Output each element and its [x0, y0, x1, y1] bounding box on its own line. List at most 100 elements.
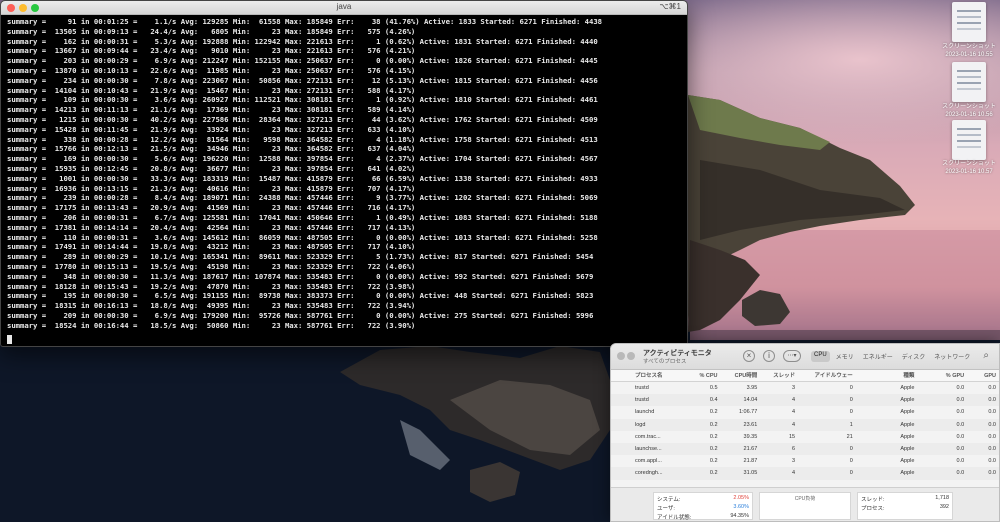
- desktop-file-caption: スクリーンショット 2023-01-16 10.56: [942, 104, 996, 118]
- process-threads: 3: [792, 458, 796, 465]
- tab-disk[interactable]: ディスク: [899, 351, 929, 362]
- process-cpu-time: 21.87: [743, 458, 758, 465]
- process-cpu: 0.2: [709, 433, 718, 440]
- terminal-line: summary = 195 in 00:00:30 = 6.5/s Avg: 1…: [7, 291, 594, 301]
- process-threads: 6: [792, 445, 796, 452]
- column-gpu[interactable]: % GPU: [917, 370, 967, 381]
- stop-process-button[interactable]: ×: [743, 350, 755, 362]
- terminal-line: summary = 16936 in 00:13:15 = 21.3/s Avg…: [7, 183, 416, 193]
- terminal-line: summary = 348 in 00:00:30 = 11.3/s Avg: …: [7, 271, 594, 281]
- process-idle-wakeups: 0: [849, 409, 853, 416]
- tab-cpu[interactable]: CPU: [811, 351, 830, 362]
- terminal-line: summary = 209 in 00:00:30 = 6.9/s Avg: 1…: [7, 310, 594, 320]
- table-row[interactable]: com.trac... 0.2 39.35 15 21 Apple 0.0 0.…: [611, 431, 999, 443]
- process-gpu-time: 0.0: [988, 433, 996, 440]
- process-name: logd: [635, 421, 646, 428]
- cpu-usage-box: システム: 2.05% ユーザ: 3.60% アイドル状態: 94.35%: [653, 492, 753, 521]
- category-tabs: CPU メモリ エネルギー ディスク ネットワーク: [811, 351, 973, 362]
- process-name: coredngh...: [635, 470, 663, 477]
- process-gpu: 0.0: [956, 385, 965, 391]
- process-idle-wakeups: 0: [849, 458, 853, 465]
- process-cpu: 0.5: [709, 385, 718, 391]
- terminal-line: summary = 13505 in 00:09:13 = 24.4/s Avg…: [7, 26, 416, 36]
- terminal-line: summary = 109 in 00:00:30 = 3.6/s Avg: 2…: [7, 95, 598, 105]
- system-label: システム:: [657, 497, 681, 503]
- process-threads: 4: [792, 409, 796, 416]
- column-cpu[interactable]: % CPU: [683, 370, 721, 381]
- terminal-titlebar[interactable]: java ⌥⌘1: [1, 1, 687, 15]
- process-kind: Apple: [900, 433, 915, 440]
- desktop-file-icon[interactable]: [952, 120, 986, 160]
- close-window-button[interactable]: [617, 352, 625, 360]
- process-table-header: プロセス名 % CPU CPU時間 スレッド アイドルウェー 種類 % GPU …: [611, 370, 999, 382]
- process-kind: Apple: [900, 409, 915, 416]
- process-gpu-time: 0.0: [988, 385, 996, 391]
- terminal-line: summary = 206 in 00:00:31 = 6.7/s Avg: 1…: [7, 212, 598, 222]
- cpu-summary-footer: システム: 2.05% ユーザ: 3.60% アイドル状態: 94.35% CP…: [611, 487, 999, 521]
- info-button[interactable]: i: [763, 350, 775, 362]
- table-row[interactable]: launchse... 0.2 21.67 6 0 Apple 0.0 0.0: [611, 442, 999, 456]
- process-name: trustd: [635, 397, 649, 404]
- action-menu-button[interactable]: ⋯▾: [783, 350, 801, 362]
- terminal-line: summary = 1001 in 00:00:30 = 33.3/s Avg:…: [7, 173, 598, 183]
- column-gpu-time[interactable]: GPU: [967, 370, 999, 381]
- terminal-line: summary = 15766 in 00:12:13 = 21.5/s Avg…: [7, 144, 416, 154]
- table-row[interactable]: logd 0.2 23.61 4 1 Apple 0.0 0.0: [611, 418, 999, 431]
- process-cpu-time: 31.05: [743, 470, 758, 477]
- activity-monitor-window[interactable]: アクティビティモニタ すべてのプロセス × i ⋯▾ CPU メモリ エネルギー…: [610, 343, 1000, 522]
- process-name: launchse...: [635, 445, 662, 452]
- process-idle-wakeups: 0: [849, 385, 853, 391]
- process-kind: Apple: [900, 397, 915, 404]
- processes-label: プロセス:: [861, 506, 885, 512]
- table-row[interactable]: trustd 0.4 14.04 4 0 Apple 0.0 0.0: [611, 394, 999, 407]
- process-kind: Apple: [900, 445, 915, 452]
- terminal-line: summary = 110 in 00:00:31 = 3.6/s Avg: 1…: [7, 232, 598, 242]
- tab-network[interactable]: ネットワーク: [931, 351, 973, 362]
- process-cpu: 0.2: [709, 445, 718, 452]
- terminal-shortcut: ⌥⌘1: [659, 2, 681, 11]
- desktop-file-caption: スクリーンショット 2023-01-16 10.55: [942, 44, 996, 58]
- process-cpu: 0.4: [709, 397, 718, 404]
- terminal-line: summary = 162 in 00:00:31 = 5.3/s Avg: 1…: [7, 36, 598, 46]
- table-row[interactable]: com.appl... 0.2 21.87 3 0 Apple 0.0 0.0: [611, 455, 999, 467]
- table-row[interactable]: trustd 0.5 3.95 3 0 Apple 0.0 0.0: [611, 382, 999, 394]
- user-value: 3.60%: [733, 504, 749, 510]
- terminal-line: summary = 18315 in 00:16:13 = 18.8/s Avg…: [7, 301, 416, 311]
- process-gpu: 0.0: [956, 433, 965, 440]
- column-process-name[interactable]: プロセス名: [611, 370, 683, 381]
- terminal-line: summary = 17491 in 00:14:44 = 19.8/s Avg…: [7, 242, 416, 252]
- cpu-load-title: CPU負荷: [794, 496, 816, 502]
- terminal-line: summary = 17780 in 00:15:13 = 19.5/s Avg…: [7, 261, 416, 271]
- processes-value: 392: [939, 504, 949, 510]
- terminal-line: summary = 13667 in 00:09:44 = 23.4/s Avg…: [7, 46, 416, 56]
- tab-energy[interactable]: エネルギー: [860, 351, 896, 362]
- column-cpu-time[interactable]: CPU時間: [721, 370, 761, 381]
- terminal-window[interactable]: java ⌥⌘1 summary = 91 in 00:01:25 = 1.1/…: [0, 0, 688, 347]
- terminal-line: summary = 14104 in 00:10:43 = 21.9/s Avg…: [7, 85, 416, 95]
- terminal-line: summary = 17175 in 00:13:43 = 20.9/s Avg…: [7, 203, 416, 213]
- table-row[interactable]: coredngh... 0.2 31.05 4 0 Apple 0.0 0.0: [611, 467, 999, 480]
- thread-count-box: スレッド: 1,718 プロセス: 392: [857, 492, 953, 520]
- activity-monitor-toolbar[interactable]: アクティビティモニタ すべてのプロセス × i ⋯▾ CPU メモリ エネルギー…: [611, 344, 999, 370]
- process-idle-wakeups: 0: [849, 397, 853, 404]
- column-kind[interactable]: 種類: [856, 370, 918, 381]
- process-gpu-time: 0.0: [988, 470, 996, 477]
- column-idle-wakeups[interactable]: アイドルウェー: [798, 370, 856, 381]
- desktop-file-icon[interactable]: [952, 2, 986, 42]
- process-threads: 3: [792, 385, 796, 391]
- desktop-file-icon[interactable]: [952, 62, 986, 102]
- table-row[interactable]: launchd 0.2 1:06.77 4 0 Apple 0.0 0.0: [611, 406, 999, 418]
- minimize-window-button[interactable]: [627, 352, 635, 360]
- process-kind: Apple: [900, 470, 915, 477]
- idle-value: 94.35%: [730, 513, 749, 519]
- tab-memory[interactable]: メモリ: [833, 351, 857, 362]
- terminal-line: summary = 203 in 00:00:29 = 6.9/s Avg: 2…: [7, 56, 598, 66]
- terminal-output[interactable]: summary = 91 in 00:01:25 = 1.1/s Avg: 12…: [1, 15, 687, 346]
- terminal-line: summary = 91 in 00:01:25 = 1.1/s Avg: 12…: [7, 17, 603, 26]
- terminal-line: summary = 18128 in 00:15:43 = 19.2/s Avg…: [7, 281, 416, 291]
- search-icon[interactable]: ⌕: [983, 350, 989, 361]
- column-threads[interactable]: スレッド: [760, 370, 798, 381]
- threads-label: スレッド:: [861, 497, 885, 503]
- terminal-line: summary = 234 in 00:00:30 = 7.8/s Avg: 2…: [7, 75, 598, 85]
- process-cpu: 0.2: [709, 421, 718, 428]
